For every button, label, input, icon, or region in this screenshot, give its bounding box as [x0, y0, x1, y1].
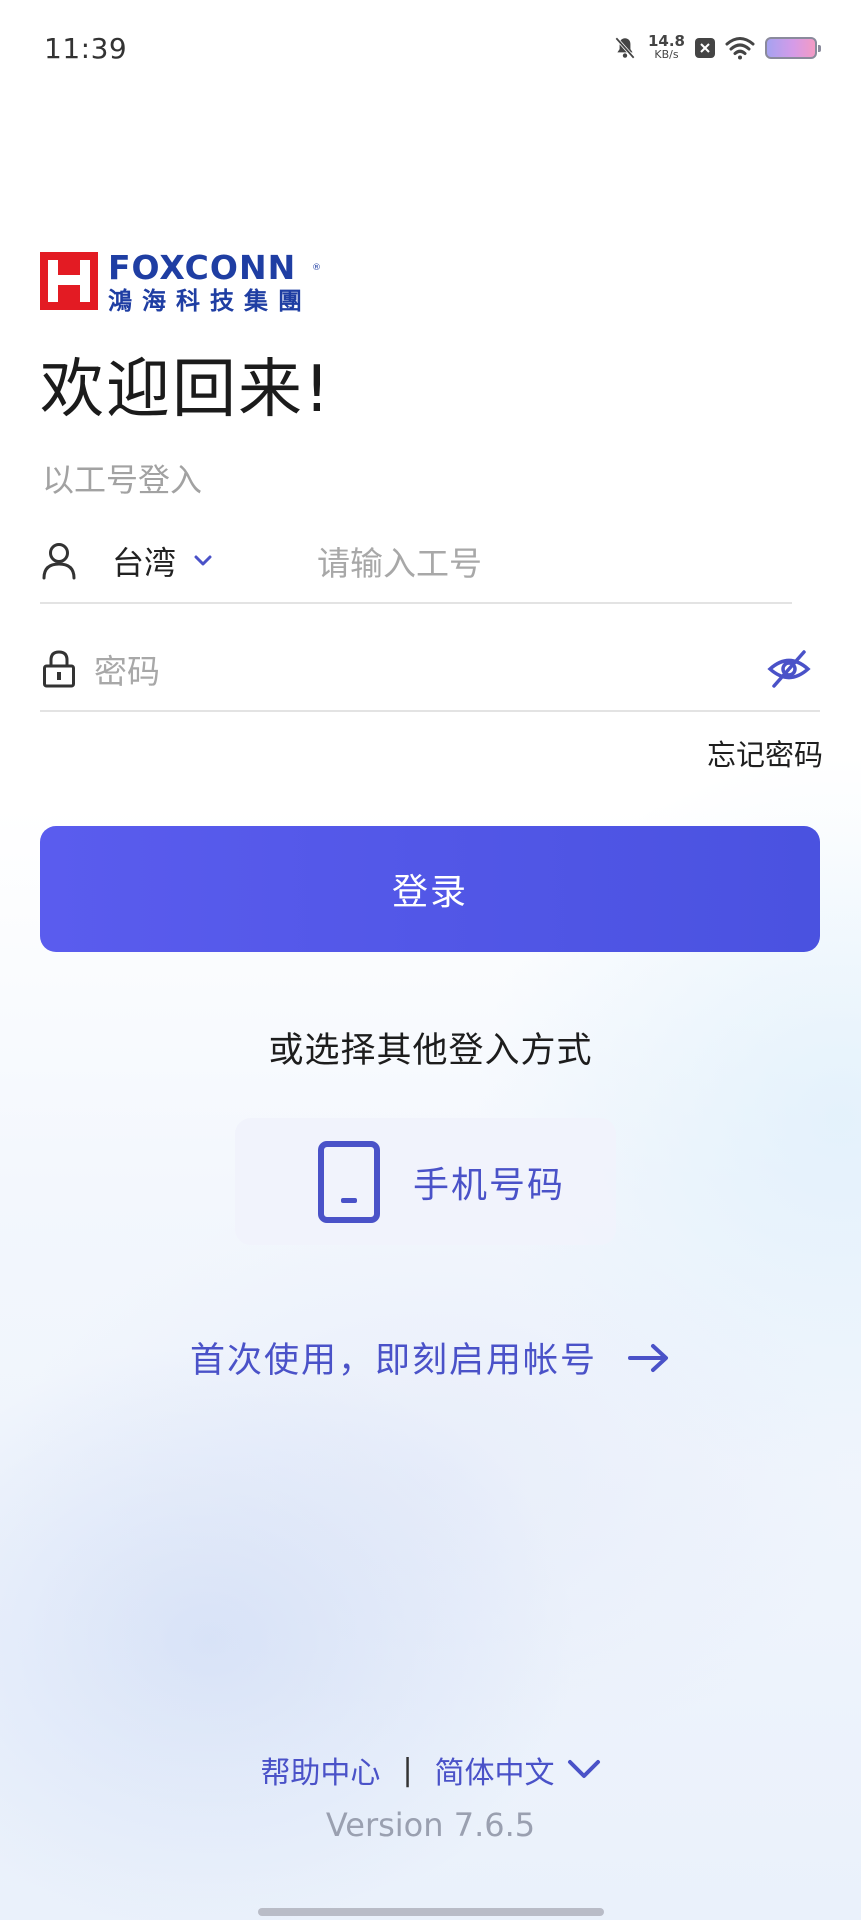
logo-text: FOXCONN ® 鴻海科技集團 — [108, 248, 322, 315]
login-button[interactable]: 登录 — [40, 826, 820, 952]
activate-account-link[interactable]: 首次使用，即刻启用帐号 — [0, 1332, 861, 1383]
help-center-link[interactable]: 帮助中心 — [260, 1748, 380, 1792]
bell-off-icon — [615, 37, 635, 59]
app-version: Version 7.6.5 — [325, 1806, 536, 1844]
arrow-right-icon — [628, 1343, 668, 1372]
password-input[interactable]: 密码 — [94, 645, 766, 693]
activate-account-text: 首次使用，即刻启用帐号 — [189, 1341, 597, 1381]
status-icons: 14.8 KB/s — [612, 32, 821, 62]
home-indicator[interactable] — [258, 1908, 604, 1916]
login-subtitle: 以工号登入 — [42, 461, 203, 499]
chevron-down-icon — [194, 555, 212, 566]
close-box-icon — [695, 38, 715, 58]
phone-login-button[interactable]: 手机号码 — [235, 1118, 616, 1245]
chevron-down-icon — [567, 1760, 600, 1778]
user-icon — [40, 542, 78, 580]
language-select[interactable]: 简体中文 — [435, 1748, 601, 1792]
foxconn-logo: FOXCONN ® 鴻海科技集團 — [40, 248, 322, 315]
other-login-methods-title: 或选择其他登入方式 — [268, 1031, 593, 1071]
battery-icon — [765, 37, 821, 59]
eye-off-icon[interactable] — [766, 646, 812, 692]
net-speed: 14.8 KB/s — [647, 32, 685, 62]
forgot-password-link[interactable]: 忘记密码 — [707, 732, 823, 774]
status-time: 11:39 — [44, 32, 128, 65]
welcome-title: 欢迎回来! — [40, 353, 332, 427]
foxconn-mark-icon — [40, 252, 98, 310]
footer-links: 帮助中心 | 简体中文 — [0, 1748, 861, 1792]
footer-separator: | — [402, 1752, 413, 1788]
logo-brand-zh: 鴻海科技集團 — [108, 287, 312, 315]
region-label: 台湾 — [112, 544, 177, 582]
phone-login-label: 手机号码 — [413, 1164, 566, 1206]
wifi-icon — [725, 37, 755, 60]
password-row: 密码 — [40, 628, 820, 712]
language-label: 简体中文 — [434, 1756, 555, 1791]
region-select[interactable]: 台湾 — [112, 538, 212, 584]
employee-id-input[interactable]: 请输入工号 — [317, 537, 482, 585]
logo-brand-en: FOXCONN ® — [108, 248, 322, 287]
employee-id-row: 台湾 请输入工号 — [40, 520, 792, 604]
lock-icon — [40, 650, 78, 688]
mobile-phone-icon — [318, 1140, 380, 1223]
